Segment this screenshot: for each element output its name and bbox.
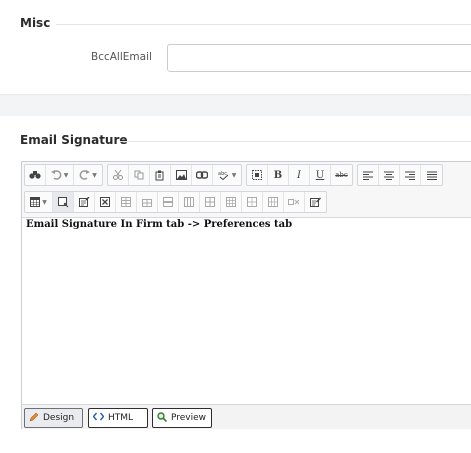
insert-row-below-icon[interactable] — [137, 192, 158, 212]
undo-icon[interactable]: ▼ — [46, 165, 74, 185]
magnifier-icon — [157, 411, 168, 425]
split-cell-icon[interactable] — [263, 192, 284, 212]
link-icon[interactable] — [192, 165, 213, 185]
bcc-all-email-input[interactable] — [167, 44, 471, 72]
image-icon[interactable] — [171, 165, 192, 185]
bcc-all-email-label: BccAllEmail — [91, 51, 152, 63]
spellcheck-icon[interactable]: abc ▼ — [213, 165, 241, 185]
table-properties-icon[interactable] — [53, 192, 74, 212]
toolbar-group-history: ▼ ▼ — [24, 164, 103, 186]
paste-icon[interactable] — [150, 165, 171, 185]
design-mode-tab[interactable]: Design — [24, 408, 83, 428]
bold-icon[interactable]: B — [268, 165, 289, 185]
delete-row-icon[interactable] — [158, 192, 179, 212]
signature-editor: ▼ ▼ abc ▼ B I U abc ▼ Email Signature In… — [21, 161, 471, 429]
align-center-icon[interactable] — [379, 165, 400, 185]
code-icon — [92, 412, 105, 424]
html-mode-label: HTML — [108, 413, 134, 423]
table-icon[interactable]: ▼ — [25, 192, 53, 212]
align-right-icon[interactable] — [400, 165, 421, 185]
editor-toolbar: ▼ ▼ abc ▼ B I U abc ▼ — [22, 162, 471, 218]
email-signature-divider — [120, 141, 471, 142]
misc-section: Misc BccAllEmail — [0, 0, 471, 94]
cell-properties-icon[interactable] — [74, 192, 95, 212]
merge-cells-icon[interactable] — [242, 192, 263, 212]
toolbar-group-format: B I U abc — [246, 164, 353, 186]
toolbar-row-2: ▼ — [24, 191, 331, 213]
misc-title: Misc — [20, 16, 51, 30]
insert-column-left-icon[interactable] — [179, 192, 200, 212]
toolbar-group-table: ▼ — [24, 191, 327, 213]
insert-row-above-icon[interactable] — [116, 192, 137, 212]
signature-content-area[interactable]: Email Signature In Firm tab -> Preferenc… — [22, 218, 471, 404]
toolbar-group-align — [357, 164, 443, 186]
align-left-icon[interactable] — [358, 165, 379, 185]
toolbar-group-clipboard: abc ▼ — [107, 164, 242, 186]
editor-mode-bar: Design HTML Preview — [22, 404, 471, 429]
strikethrough-icon[interactable]: abc — [331, 165, 352, 185]
html-mode-tab[interactable]: HTML — [88, 408, 148, 428]
preview-mode-label: Preview — [171, 413, 207, 423]
italic-icon[interactable]: I — [289, 165, 310, 185]
select-all-icon[interactable] — [247, 165, 268, 185]
copy-icon[interactable] — [129, 165, 150, 185]
design-mode-label: Design — [43, 413, 75, 423]
cut-icon[interactable] — [108, 165, 129, 185]
misc-divider — [56, 24, 471, 25]
delete-cell-icon[interactable] — [284, 192, 305, 212]
find-icon[interactable] — [25, 165, 46, 185]
preview-mode-tab[interactable]: Preview — [152, 408, 212, 428]
redo-icon[interactable]: ▼ — [74, 165, 102, 185]
justify-icon[interactable] — [421, 165, 442, 185]
form-properties-icon[interactable] — [305, 192, 326, 212]
underline-icon[interactable]: U — [310, 165, 331, 185]
insert-column-right-icon[interactable] — [200, 192, 221, 212]
delete-table-icon[interactable] — [95, 192, 116, 212]
toolbar-row-1: ▼ ▼ abc ▼ B I U abc — [24, 164, 447, 186]
email-signature-title: Email Signature — [20, 133, 128, 147]
pencil-icon — [29, 412, 39, 425]
svg-text:abc: abc — [218, 171, 227, 177]
signature-content-text: Email Signature In Firm tab -> Preferenc… — [26, 219, 293, 230]
delete-column-icon[interactable] — [221, 192, 242, 212]
